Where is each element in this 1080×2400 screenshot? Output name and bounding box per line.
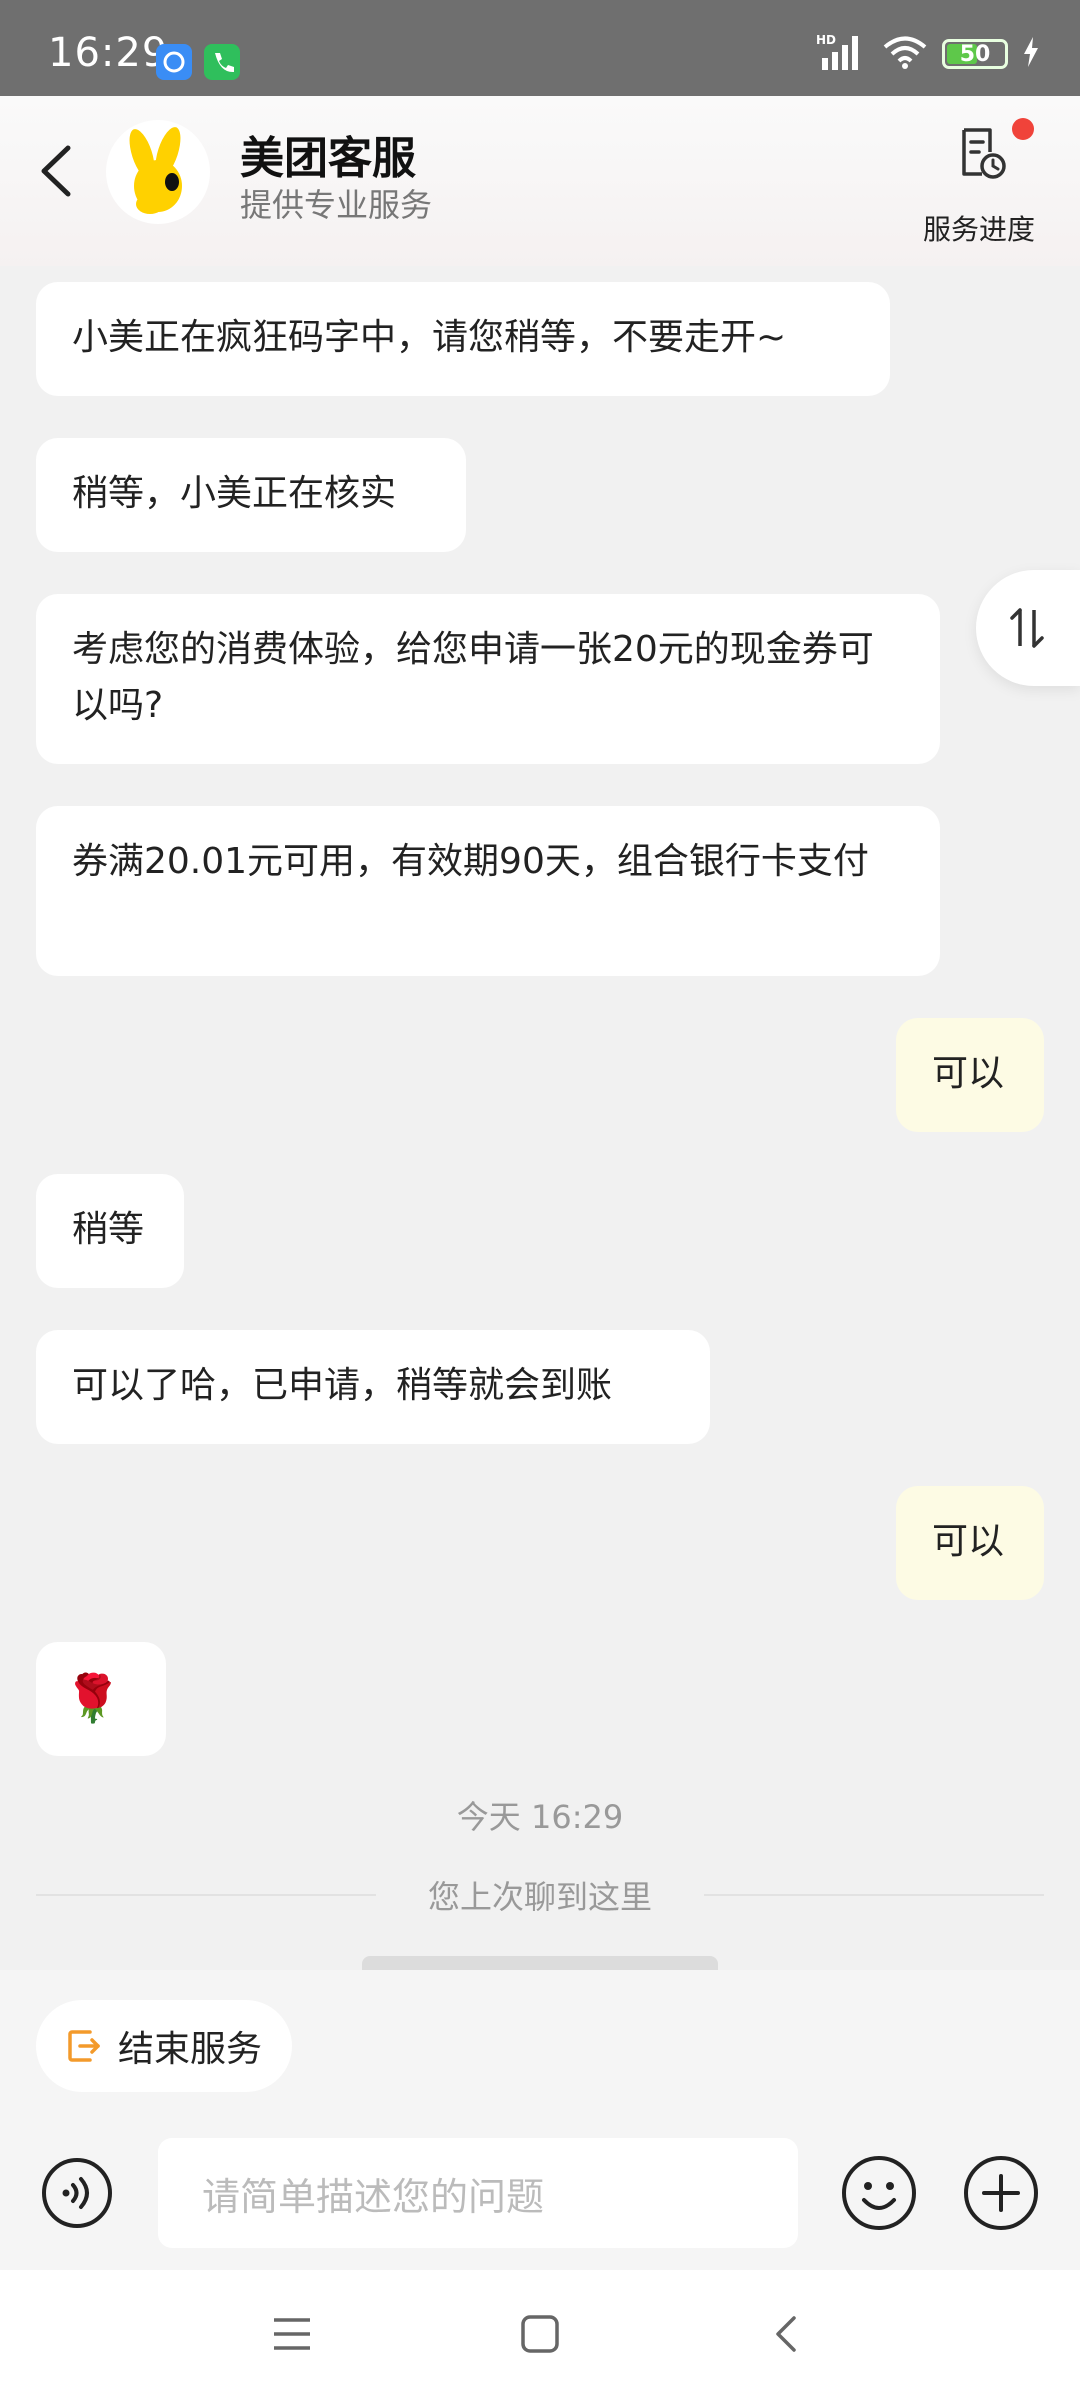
status-bar: 16:29 HD 50: [0, 0, 1080, 96]
service-progress-button[interactable]: 服务进度: [914, 118, 1044, 246]
message-bubble[interactable]: 可以了哈，已申请，稍等就会到账: [36, 1330, 710, 1444]
battery-level: 50: [959, 41, 991, 67]
nav-back-icon[interactable]: [768, 2314, 808, 2354]
message-bubble[interactable]: 可以: [896, 1486, 1044, 1600]
document-clock-icon: [962, 128, 1006, 179]
message-text: 可以: [932, 1521, 1005, 1562]
home-icon[interactable]: [520, 2314, 560, 2354]
message-bubble[interactable]: 小美正在疯狂码字中，请您稍等，不要走开~: [36, 282, 890, 396]
system-nav-bar: [0, 2270, 1080, 2400]
back-icon[interactable]: [32, 136, 82, 206]
chat-timestamp: 今天 16:29: [456, 1798, 624, 1836]
message-bubble[interactable]: 稍等，小美正在核实: [36, 438, 466, 552]
battery-indicator: 50: [942, 39, 1008, 69]
add-icon[interactable]: [962, 2154, 1040, 2232]
signal-icon: HD: [816, 32, 868, 76]
message-bubble[interactable]: 🌹: [36, 1642, 166, 1756]
service-progress-label: 服务进度: [922, 213, 1035, 246]
message-input[interactable]: 请简单描述您的问题: [158, 2138, 798, 2248]
message-text: 稍等，小美正在核实: [72, 473, 397, 514]
network-label: HD: [816, 33, 836, 47]
voice-icon[interactable]: [40, 2156, 114, 2230]
notification-badge: [1012, 118, 1034, 140]
hidden-message-hint: [362, 1956, 718, 1970]
wifi-icon: [882, 34, 928, 74]
app-notification-icon: [156, 44, 192, 80]
rose-emoji: 🌹: [64, 1671, 122, 1725]
message-bubble[interactable]: 可以: [896, 1018, 1044, 1132]
page-subtitle: 提供专业服务: [240, 186, 433, 224]
message-text: 券满20.01元可用，有效期90天，组合银行卡支付: [72, 841, 869, 882]
divider-right: [704, 1894, 1044, 1896]
end-service-label: 结束服务: [118, 2029, 263, 2070]
chat-header: 美团客服 提供专业服务 服务进度: [0, 96, 1080, 266]
page-title: 美团客服: [240, 133, 416, 184]
charging-icon: [1022, 37, 1040, 71]
emoji-icon[interactable]: [840, 2154, 918, 2232]
phone-notification-icon: [204, 44, 240, 80]
exit-icon: [68, 2030, 100, 2062]
status-time: 16:29: [48, 30, 169, 76]
end-service-button[interactable]: 结束服务: [36, 2000, 292, 2092]
message-input-placeholder: 请简单描述您的问题: [202, 2174, 545, 2219]
message-bubble[interactable]: 券满20.01元可用，有效期90天，组合银行卡支付: [36, 806, 940, 976]
message-text: 可以: [932, 1053, 1005, 1094]
up-down-arrows-icon: [1010, 608, 1044, 648]
message-bubble[interactable]: 考虑您的消费体验，给您申请一张20元的现金券可以吗?: [36, 594, 940, 764]
menu-icon[interactable]: [272, 2314, 312, 2354]
message-text: 考虑您的消费体验，给您申请一张20元的现金券可以吗?: [72, 629, 874, 726]
message-text: 可以了哈，已申请，稍等就会到账: [72, 1365, 613, 1406]
scroll-toggle-button[interactable]: [976, 570, 1080, 686]
message-text: 小美正在疯狂码字中，请您稍等，不要走开~: [72, 317, 787, 358]
message-bubble[interactable]: 稍等: [36, 1174, 184, 1288]
message-text: 稍等: [72, 1209, 145, 1250]
avatar[interactable]: [106, 120, 210, 224]
